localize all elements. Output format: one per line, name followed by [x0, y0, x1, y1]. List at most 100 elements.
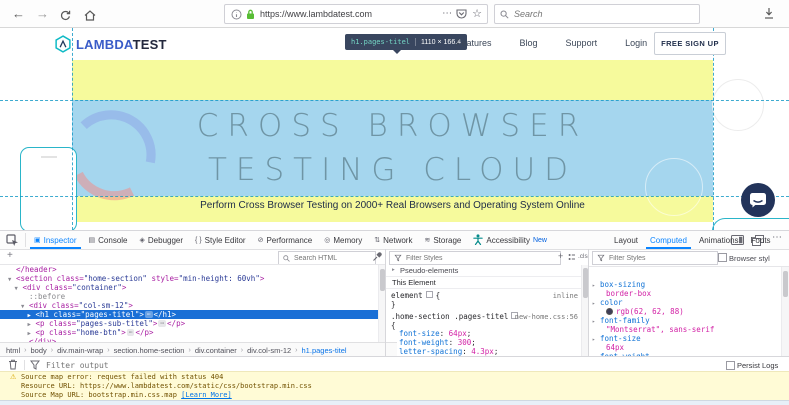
- markup-line[interactable]: ▼<div class="col-sm-12">: [0, 301, 378, 310]
- decorative-circle: [712, 79, 764, 131]
- nav-item-blog[interactable]: Blog: [520, 38, 538, 48]
- hero-subtitle: Perform Cross Browser Testing on 2000+ R…: [72, 200, 713, 211]
- breadcrumb-separator-icon: ›: [188, 347, 190, 354]
- breadcrumb-item[interactable]: div.main-wrap: [57, 346, 103, 355]
- page-viewport: LAMBDATEST h1.pages-titel 1110 × 166.4 F…: [0, 28, 789, 230]
- breadcrumb-item[interactable]: html: [6, 346, 20, 355]
- sidebar-tab-layout[interactable]: Layout: [608, 231, 644, 249]
- computed-property[interactable]: ▸color: [592, 298, 780, 307]
- page-actions-icon[interactable]: ⋯: [442, 5, 452, 23]
- site-info-icon[interactable]: [231, 9, 242, 20]
- breadcrumb-separator-icon: ›: [107, 347, 109, 354]
- download-icon[interactable]: [763, 7, 775, 25]
- pseudo-class-icon[interactable]: [568, 253, 576, 263]
- site-logo[interactable]: LAMBDATEST: [55, 35, 167, 53]
- markup-line[interactable]: ▼<section class="home-section" style="mi…: [0, 274, 378, 283]
- markup-line[interactable]: ▶<h1 class="pages-titel">⋯</h1>: [0, 310, 378, 319]
- tab-console[interactable]: ▤Console: [83, 231, 134, 249]
- free-signup-button[interactable]: FREE SIGN UP: [654, 32, 726, 55]
- selector-highlight-toggle[interactable]: [426, 291, 433, 298]
- tab-accessibility[interactable]: AccessibilityNew: [467, 231, 553, 249]
- breadcrumb-item[interactable]: body: [31, 346, 47, 355]
- nav-item-features[interactable]: Features: [456, 38, 492, 48]
- element-rule-close: }: [391, 300, 396, 309]
- tab-memory[interactable]: ◎Memory: [318, 231, 368, 249]
- sidebar-tab-animations[interactable]: Animations: [693, 231, 745, 249]
- breadcrumb-separator-icon: ›: [295, 347, 297, 354]
- forward-icon[interactable]: →: [36, 0, 49, 27]
- home-icon[interactable]: [84, 8, 96, 26]
- tab-debugger[interactable]: ◈Debugger: [134, 231, 190, 249]
- tab-storage[interactable]: ≋Storage: [418, 231, 467, 249]
- filter-styles-box[interactable]: [389, 251, 561, 265]
- lock-icon[interactable]: [246, 9, 255, 20]
- back-icon[interactable]: ←: [12, 0, 25, 27]
- this-element-header: This Element: [386, 276, 588, 289]
- bookmark-star-icon[interactable]: ☆: [472, 5, 482, 23]
- tab-style-editor[interactable]: { }Style Editor: [189, 231, 252, 249]
- expand-arrow-icon[interactable]: ▸: [592, 300, 600, 309]
- chat-bubble-icon: [740, 182, 776, 218]
- window-bottom-edge: [0, 400, 789, 405]
- search-html-box[interactable]: [278, 251, 376, 265]
- breadcrumb-item[interactable]: div.col-sm-12: [247, 346, 291, 355]
- computed-property[interactable]: ▸box-sizing: [592, 280, 780, 289]
- url-bar[interactable]: ⋯ ☆: [224, 4, 488, 24]
- sidebar-tab-fonts[interactable]: Fonts: [745, 231, 777, 249]
- computed-value: "Montserrat", sans-serif: [592, 325, 780, 334]
- tab-network[interactable]: ⇅Network: [368, 231, 418, 249]
- markup-line[interactable]: ▶<p class="home-btn">⋯</p>: [0, 328, 378, 337]
- nav-item-login[interactable]: Login: [625, 38, 647, 48]
- search-icon: [500, 10, 509, 19]
- computed-scrollbar[interactable]: [781, 267, 789, 356]
- breadcrumb: html›body›div.main-wrap›section.home-sec…: [0, 342, 397, 357]
- add-node-button[interactable]: +: [7, 251, 13, 261]
- markup-line[interactable]: </header>: [0, 265, 378, 274]
- expand-arrow-icon: ▸: [392, 267, 400, 273]
- new-badge: New: [533, 237, 547, 244]
- computed-value: 64px: [592, 343, 780, 352]
- eyedropper-icon[interactable]: [372, 252, 382, 264]
- expand-arrow-icon[interactable]: ▸: [592, 282, 600, 291]
- pocket-icon[interactable]: [456, 9, 467, 19]
- css-declaration[interactable]: font-size: 64px;: [399, 329, 579, 338]
- breadcrumb-item[interactable]: div.container: [195, 346, 237, 355]
- expand-arrow-icon[interactable]: ▸: [592, 336, 600, 345]
- breadcrumb-item[interactable]: section.home-section: [114, 346, 185, 355]
- persist-logs-checkbox[interactable]: [726, 361, 735, 370]
- computed-property[interactable]: ▸font-size: [592, 334, 780, 343]
- logo-text: LAMBDATEST: [76, 37, 167, 52]
- expand-arrow-icon[interactable]: ▸: [592, 318, 600, 327]
- css-declaration[interactable]: letter-spacing: 4.3px;: [399, 347, 579, 356]
- add-rule-button[interactable]: +: [558, 251, 563, 261]
- url-input[interactable]: [260, 9, 438, 19]
- search-bar[interactable]: [494, 4, 700, 24]
- reload-icon[interactable]: [60, 8, 71, 26]
- computed-filter-box[interactable]: [592, 251, 718, 265]
- browser-styles-checkbox[interactable]: [718, 253, 727, 262]
- memory-icon: ◎: [324, 237, 330, 244]
- rule-location-link[interactable]: new-home.css:56: [500, 313, 578, 321]
- accessibility-icon: [473, 234, 483, 247]
- tab-inspector[interactable]: ▣Inspector: [28, 231, 83, 249]
- filter-styles-input[interactable]: [406, 255, 557, 262]
- markup-line[interactable]: ▼<div class="container">: [0, 283, 378, 292]
- browser-search-input[interactable]: [514, 9, 699, 19]
- computed-property[interactable]: ▸font-family: [592, 316, 780, 325]
- tab-performance[interactable]: ⊘Performance: [252, 231, 319, 249]
- screenshot-root: ← → ⋯ ☆: [0, 0, 789, 405]
- chat-widget-button[interactable]: [740, 182, 776, 223]
- site-nav: Features Blog Support Login: [456, 28, 647, 58]
- learn-more-link[interactable]: [Learn More]: [181, 391, 232, 399]
- sidebar-tab-computed[interactable]: Computed: [644, 231, 693, 249]
- computed-filter-input[interactable]: [609, 255, 714, 262]
- breadcrumb-item[interactable]: h1.pages-titel: [302, 346, 347, 355]
- markup-line[interactable]: ::before: [0, 292, 378, 301]
- css-declaration[interactable]: font-weight: 300;: [399, 338, 579, 347]
- add-class-button[interactable]: .cls: [578, 253, 588, 260]
- nav-item-support[interactable]: Support: [566, 38, 598, 48]
- element-picker-icon[interactable]: [6, 234, 19, 249]
- markup-line[interactable]: ▶<p class="pages-sub-titel">⋯</p>: [0, 319, 378, 328]
- computed-properties: ▸box-sizingborder-box▸colorrgb(62, 62, 8…: [592, 280, 780, 361]
- search-html-input[interactable]: [294, 255, 372, 262]
